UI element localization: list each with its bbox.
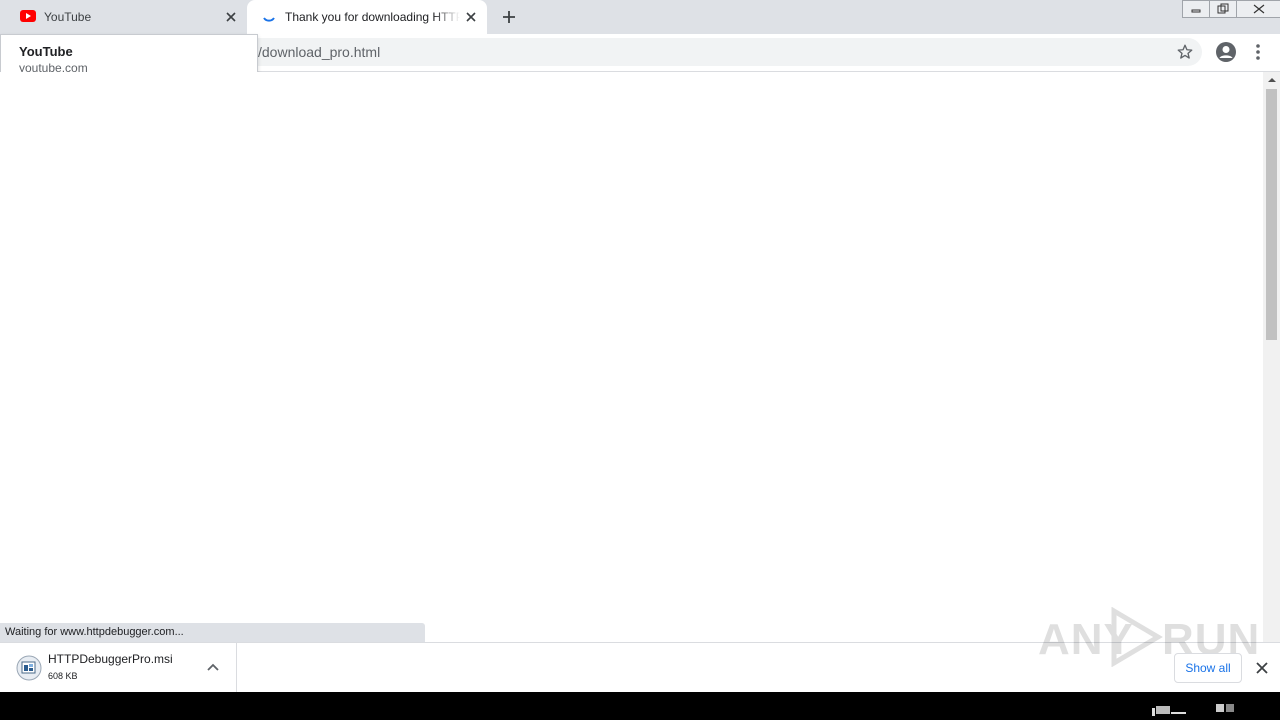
close-tab-icon[interactable] [463,9,479,25]
minimize-icon [1191,9,1201,13]
bookmark-star-icon[interactable] [1176,43,1194,61]
tab-title: Thank you for downloading HTTP Debugger [285,10,460,24]
status-bubble: Waiting for www.httpdebugger.com... [0,623,425,642]
kebab-menu-icon[interactable] [1250,42,1266,62]
youtube-icon [20,9,36,25]
restore-icon [1217,3,1229,14]
show-all-button[interactable]: Show all [1174,653,1242,683]
tab-strip: YouTube Thank you for downloading HTTP D… [0,0,1280,34]
new-tab-button[interactable] [497,5,521,29]
hover-card-title: YouTube [19,44,73,59]
minimize-button[interactable] [1182,0,1210,18]
url-text[interactable]: /download_pro.html [258,44,380,60]
plus-icon [503,11,515,23]
page-content[interactable] [0,72,1263,642]
download-item[interactable]: HTTPDebuggerPro.msi 608 KB [0,643,237,692]
scroll-up-icon[interactable] [1263,72,1280,88]
close-icon [1253,4,1265,14]
browser-window: YouTube Thank you for downloading HTTP D… [0,0,1280,720]
download-file-size: 608 KB [48,671,78,681]
close-shelf-icon[interactable] [1253,659,1271,677]
volume-tray-icon[interactable] [1216,702,1234,714]
vertical-scrollbar[interactable] [1263,72,1280,642]
loading-spinner-icon [261,8,277,27]
window-controls [1182,0,1280,18]
chevron-up-icon[interactable] [204,659,222,677]
msi-installer-icon [16,655,42,681]
restore-button[interactable] [1209,0,1237,18]
play-logo-icon [1111,607,1163,667]
download-file-name: HTTPDebuggerPro.msi [48,652,173,666]
address-bar[interactable]: /download_pro.html [112,38,1202,66]
os-taskbar [0,692,1280,720]
tab-title: YouTube [44,10,92,24]
scrollbar-thumb[interactable] [1266,89,1277,340]
window-close-button[interactable] [1236,0,1280,18]
network-tray-icon[interactable] [1152,705,1186,716]
profile-avatar-icon[interactable] [1215,41,1237,63]
close-tab-icon[interactable] [223,9,239,25]
tab-youtube[interactable]: YouTube [0,0,247,34]
download-shelf: HTTPDebuggerPro.msi 608 KB ANY RUN Show … [0,607,1280,692]
tab-active[interactable]: Thank you for downloading HTTP Debugger [247,0,487,34]
